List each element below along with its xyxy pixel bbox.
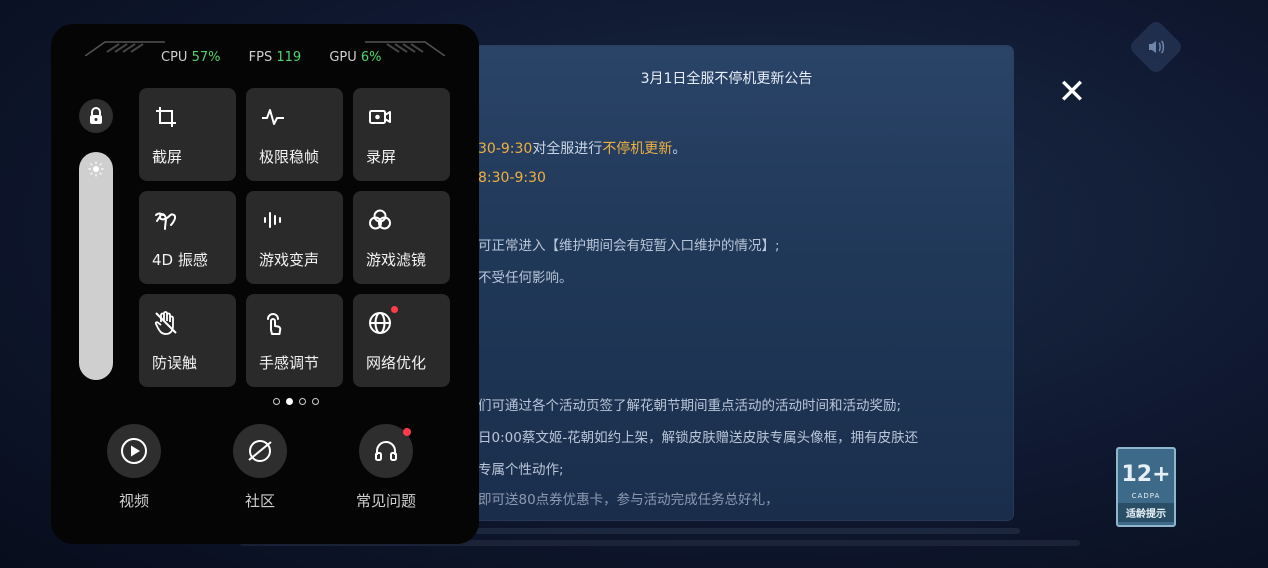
notice-line-7: 专属个性动作;: [478, 462, 564, 478]
page-dot-active[interactable]: [286, 398, 293, 405]
tile-label: 4D 振感: [152, 251, 208, 269]
frame-stabilize-tile[interactable]: 极限稳帧: [246, 88, 343, 181]
play-icon: [121, 438, 147, 464]
touch-finger-icon: [267, 313, 282, 335]
voice-changer-tile[interactable]: 游戏变声: [246, 191, 343, 284]
notice-line-8: 即可送80点券优惠卡，参与活动完成任务总好礼，: [478, 492, 779, 508]
tile-label: 录屏: [366, 148, 397, 166]
tile-label: 网络优化: [366, 354, 427, 372]
tile-label: 游戏滤镜: [366, 251, 427, 269]
vibration-icon: [155, 212, 177, 230]
lock-icon: [90, 107, 102, 124]
page-dot[interactable]: [312, 398, 319, 405]
globe-icon: [369, 312, 391, 334]
sound-button[interactable]: [1127, 18, 1185, 76]
notice-line-6: 日0:00蔡文姬-花朝如约上架，解锁皮肤赠送皮肤专属头像框，拥有皮肤还: [478, 430, 919, 446]
age-rating-tip: 适龄提示: [1118, 503, 1174, 522]
crop-icon: [156, 107, 176, 127]
update-notice-panel: 3月1日全服不停机更新公告 30-9:30对全服进行不停机更新。 8:30-9:…: [440, 46, 1013, 520]
game-filter-tile[interactable]: 游戏滤镜: [353, 191, 450, 284]
page-dot[interactable]: [273, 398, 280, 405]
video-record-icon: [369, 110, 391, 124]
age-rating-badge: 12+ CADPA 适龄提示: [1116, 447, 1176, 527]
speaker-icon: [1149, 40, 1165, 54]
community-label: 社区: [244, 492, 275, 510]
tile-label: 截屏: [152, 148, 183, 166]
faq-label: 常见问题: [355, 492, 416, 510]
notice-line-2: 8:30-9:30: [478, 170, 546, 186]
close-notice-button[interactable]: ✕: [1054, 74, 1090, 110]
tile-label: 手感调节: [259, 354, 320, 372]
pulse-icon: [262, 109, 284, 125]
notice-title: 3月1日全服不停机更新公告: [640, 71, 813, 87]
video-button-circle: [107, 424, 161, 478]
performance-stats: CPU 57% FPS 119 GPU 6%: [161, 50, 382, 65]
gpu-stat: GPU 6%: [329, 50, 382, 65]
quick-tools-grid: 截屏 极限稳帧 录屏 4D 振感 游戏变声 游戏滤镜 防误触 手感调节 网络优化: [139, 88, 450, 387]
notice-line-4: 不受任何影响。: [478, 270, 573, 286]
brightness-slider[interactable]: [79, 152, 113, 380]
community-button-circle: [233, 424, 287, 478]
notice-line-5: 们可通过各个活动页签了解花朝节期间重点活动的活动时间和活动奖励;: [478, 398, 902, 414]
notification-dot: [391, 306, 398, 313]
tile-label: 防误触: [152, 354, 198, 372]
headset-icon: [375, 441, 397, 461]
age-rating-number: 12+: [1121, 462, 1171, 487]
screen-record-tile[interactable]: 录屏: [353, 88, 450, 181]
voice-wave-icon: [264, 212, 281, 228]
fps-stat: FPS 119: [248, 50, 302, 65]
cpu-stat: CPU 57%: [161, 50, 221, 65]
tile-label: 游戏变声: [259, 251, 320, 269]
notice-line-3: 可正常进入【维护期间会有短暂入口维护的情况】;: [478, 238, 780, 254]
network-optimize-tile[interactable]: 网络优化: [353, 294, 450, 387]
notification-dot: [403, 428, 411, 436]
video-button[interactable]: 视频: [94, 424, 174, 511]
faq-button[interactable]: 常见问题: [346, 424, 426, 511]
age-rating-org: CADPA: [1131, 492, 1161, 500]
touch-feel-tile[interactable]: 手感调节: [246, 294, 343, 387]
video-label: 视频: [118, 492, 149, 510]
game-assistant-panel: CPU 57% FPS 119 GPU 6% 截屏 极限稳帧 录屏 4D 振感 …: [51, 24, 479, 544]
notice-line-1: 30-9:30对全服进行不停机更新。: [478, 141, 687, 157]
planet-icon: [248, 440, 272, 462]
screenshot-tile[interactable]: 截屏: [139, 88, 236, 181]
hud-decoration-left: [85, 41, 165, 56]
community-button[interactable]: 社区: [220, 424, 300, 511]
filter-icon: [369, 209, 391, 230]
no-touch-hand-icon: [154, 311, 177, 335]
tile-label: 极限稳帧: [259, 148, 320, 166]
vibration-tile[interactable]: 4D 振感: [139, 191, 236, 284]
page-dot[interactable]: [299, 398, 306, 405]
sun-icon: [88, 161, 104, 177]
lock-button[interactable]: [79, 99, 113, 133]
anti-mistouch-tile[interactable]: 防误触: [139, 294, 236, 387]
faq-button-circle: [359, 424, 413, 478]
page-indicator: [273, 398, 319, 405]
